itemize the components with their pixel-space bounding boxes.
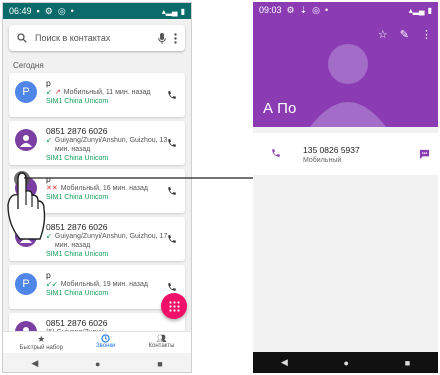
tab-calls[interactable]: Звонки <box>96 332 115 353</box>
signal-icon: ▴▂▄ <box>408 5 425 15</box>
call-back-button[interactable] <box>167 231 177 249</box>
message-icon: ▪ <box>36 6 40 16</box>
search-icon <box>17 33 27 43</box>
gear-icon: ⚙ <box>44 5 53 16</box>
back-icon[interactable]: ◀ <box>281 357 288 368</box>
call-detail: Guiyang/Zunyi/Anshun, Guizhou, 13 мин. н… <box>54 137 168 153</box>
dot-icon: • <box>70 6 74 16</box>
call-detail: Мобильный, 19 мин. назад <box>60 281 148 288</box>
message-button[interactable] <box>419 147 430 165</box>
tutorial-illustration: 06:49 ▪ ⚙ ◎ • ▴▂▄ ▮ Поиск в контактах Се… <box>0 0 440 375</box>
call-back-button[interactable] <box>167 183 177 201</box>
tap-hand-icon <box>7 171 46 240</box>
contact-name: А По <box>263 100 297 117</box>
message-icon <box>419 149 430 160</box>
microphone-icon[interactable] <box>158 32 166 44</box>
back-icon[interactable]: ◀ <box>31 358 38 369</box>
edit-icon[interactable]: ✎ <box>400 28 409 41</box>
star-icon: ★ <box>37 334 46 344</box>
tab-contacts[interactable]: 👥︎ Контакты <box>149 332 175 353</box>
search-input[interactable]: Поиск в контактах <box>35 33 150 43</box>
incoming-call-arrow-icon: ↙ <box>46 89 52 96</box>
call-log-item[interactable]: P p ↙ ↗ Мобильный, 11 мин. назад SIM1 Chin… <box>9 73 185 117</box>
call-back-button[interactable] <box>167 135 177 153</box>
avatar <box>15 129 37 151</box>
section-label-today: Сегодня <box>13 61 44 70</box>
incoming-call-arrow-icon: ↙ <box>46 137 52 144</box>
contact-search-bar[interactable]: Поиск в контактах <box>9 25 185 51</box>
avatar: P <box>15 81 37 103</box>
recents-icon[interactable]: ■ <box>157 359 162 369</box>
status-time: 06:49 <box>9 6 32 16</box>
phone-number-row[interactable]: 135 0826 5937 Мобильный <box>253 133 438 175</box>
phone-number-type: Мобильный <box>303 156 342 164</box>
phone-icon <box>271 145 281 163</box>
system-navigation-bar: ◀ ● ■ <box>3 353 191 372</box>
tab-speed-dial[interactable]: ★ Быстрый набор <box>20 332 63 353</box>
system-navigation-bar: ◀ ● ■ <box>253 352 438 373</box>
status-bar: 06:49 ▪ ⚙ ◎ • ▴▂▄ ▮ <box>3 3 191 19</box>
tab-label: Контакты <box>148 343 175 349</box>
caller-name: p <box>46 270 51 280</box>
gear-icon: ⚙ <box>286 4 295 15</box>
dialpad-fab-button[interactable] <box>161 293 187 319</box>
whatsapp-icon: ◎ <box>312 4 321 15</box>
sim-label: SIM1 China Unicom <box>46 251 109 258</box>
contact-placeholder-avatar <box>310 44 386 127</box>
status-time: 09:03 <box>259 5 282 15</box>
call-back-button[interactable] <box>167 87 177 105</box>
home-icon[interactable]: ● <box>95 359 100 369</box>
bottom-navigation: ★ Быстрый набор Звонки 👥︎ Контакты <box>3 331 191 353</box>
contact-details-screen: 09:03 ⚙ ⇣ ◎ • ▴▂▄ ▮ ☆ ✎ ⋮ А По 135 0826 … <box>253 2 438 373</box>
call-detail: Мобильный, 16 мин. назад <box>60 185 148 192</box>
avatar: P <box>15 273 37 295</box>
clock-icon <box>101 334 110 343</box>
tab-label: Быстрый набор <box>19 345 63 351</box>
more-options-icon[interactable] <box>174 32 177 44</box>
whatsapp-icon: ◎ <box>57 5 66 16</box>
more-options-icon[interactable]: ⋮ <box>421 28 432 41</box>
call-detail: Guiyang/Zunyi/Anshun, Guizhou, 17 мин. н… <box>54 233 168 249</box>
download-icon: ⇣ <box>299 4 308 15</box>
tab-label: Звонки <box>96 343 116 349</box>
caller-name: 0851 2876 6026 <box>46 126 108 136</box>
call-detail: Мобильный, 11 мин. назад <box>63 89 151 96</box>
caller-name: 0851 2876 6026 <box>46 318 108 328</box>
sim-label: SIM1 China Unicom <box>46 290 109 297</box>
missed-call-arrow-icon: ↗ <box>54 89 61 96</box>
incoming-call-arrow-icon: ↙↙ <box>46 281 58 288</box>
call-log-item[interactable]: P p ↙↙ Мобильный, 19 мин. назад SIM1 Chin… <box>9 265 185 309</box>
sim-label: SIM1 China Unicom <box>46 98 109 105</box>
battery-icon: ▮ <box>427 5 432 15</box>
battery-icon: ▮ <box>180 6 185 16</box>
caller-name: p <box>46 174 51 184</box>
person-icon <box>20 135 32 147</box>
recents-icon[interactable]: ■ <box>405 358 410 368</box>
phone-number: 135 0826 5937 <box>303 144 360 155</box>
dot-icon: • <box>325 5 329 15</box>
home-icon[interactable]: ● <box>344 358 349 368</box>
dialpad-icon <box>168 300 180 312</box>
sim-label: SIM1 China Unicom <box>46 155 109 162</box>
caller-name: p <box>46 78 51 88</box>
sim-label: SIM1 China Unicom <box>46 194 109 201</box>
call-log-item[interactable]: 0851 2876 6026 ↙ Guiyang/Zunyi/Anshun, Gu… <box>9 121 185 165</box>
status-bar: 09:03 ⚙ ⇣ ◎ • ▴▂▄ ▮ <box>253 2 438 18</box>
caller-name: 0851 2876 6026 <box>46 222 108 232</box>
contact-header: 09:03 ⚙ ⇣ ◎ • ▴▂▄ ▮ ☆ ✎ ⋮ А По <box>253 2 438 127</box>
people-icon: 👥︎ <box>156 334 167 343</box>
signal-icon: ▴▂▄ <box>161 6 178 16</box>
